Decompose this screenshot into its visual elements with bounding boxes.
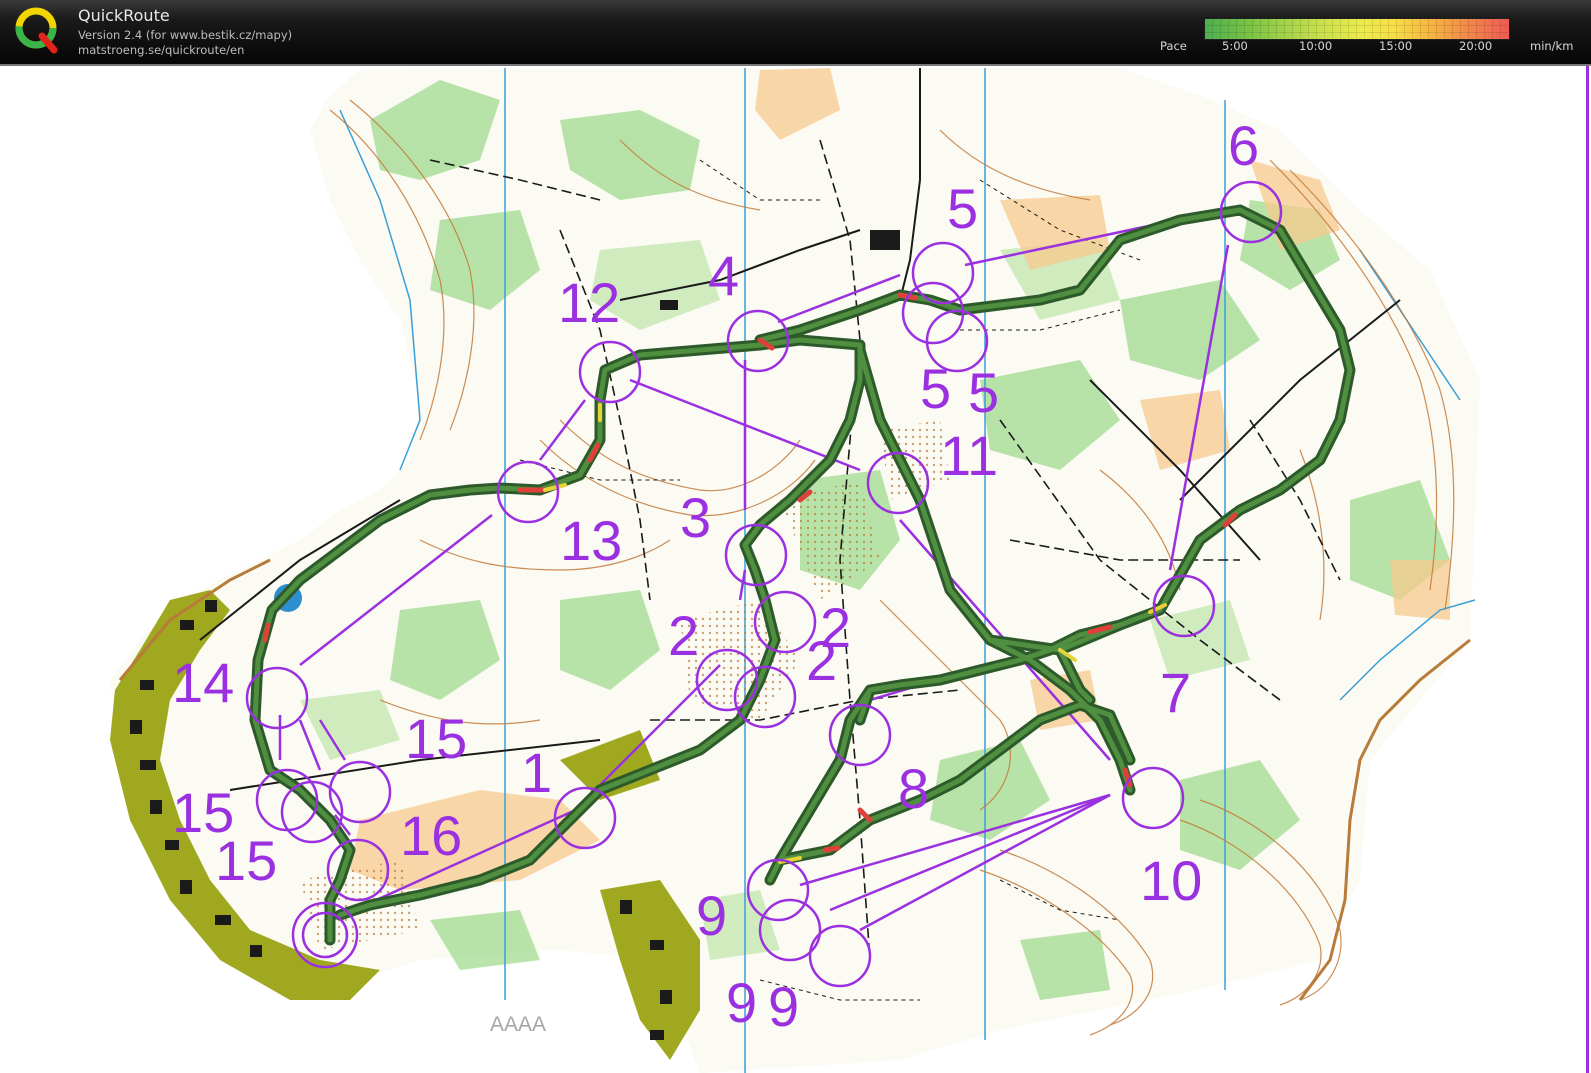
control-number: 2	[668, 604, 699, 667]
quickroute-logo	[15, 7, 58, 54]
control-number: 8	[898, 757, 929, 820]
pace-tick: 20:00	[1459, 39, 1493, 53]
pace-tick: 15:00	[1379, 39, 1413, 53]
control-number: 11	[940, 424, 998, 487]
control-number: 9	[768, 975, 799, 1038]
control-number: 16	[400, 804, 462, 867]
pace-tick: 5:00	[1222, 39, 1248, 53]
pace-unit: min/km	[1530, 39, 1574, 53]
control-number: 2	[806, 629, 837, 692]
watermark: AAAA	[490, 1013, 547, 1036]
control-number: 5	[920, 357, 951, 420]
header-bar: QuickRoute Version 2.4 (for www.bestik.c…	[0, 0, 1591, 66]
control-number: 9	[726, 971, 757, 1034]
control-number: 5	[968, 361, 999, 424]
control-number: 12	[558, 271, 620, 334]
control-number: 9	[696, 884, 727, 947]
orienteering-map[interactable]: 1 2 2 2 3 4 5 5 5 6 7 8 9 9 9 10 11 12 1…	[0, 66, 1591, 1073]
control-number: 5	[947, 177, 978, 240]
control-number: 15	[215, 829, 277, 892]
map-edge-line	[1586, 66, 1589, 1073]
control-number: 13	[560, 509, 622, 572]
control-number: 15	[405, 707, 467, 770]
control-number: 3	[680, 486, 711, 549]
control-number: 7	[1160, 661, 1191, 724]
app-version: Version 2.4 (for www.bestik.cz/mapy)	[78, 28, 293, 42]
pace-scale-grid	[1204, 18, 1508, 38]
control-number: 10	[1140, 849, 1202, 912]
pace-label: Pace	[1160, 39, 1187, 53]
control-number: 1	[521, 741, 552, 804]
app-title: QuickRoute	[78, 6, 170, 25]
control-number: 6	[1228, 114, 1259, 177]
pace-tick: 10:00	[1299, 39, 1333, 53]
control-number: 14	[172, 651, 234, 714]
control-number: 4	[708, 244, 739, 307]
app-url: matstroeng.se/quickroute/en	[78, 43, 245, 57]
